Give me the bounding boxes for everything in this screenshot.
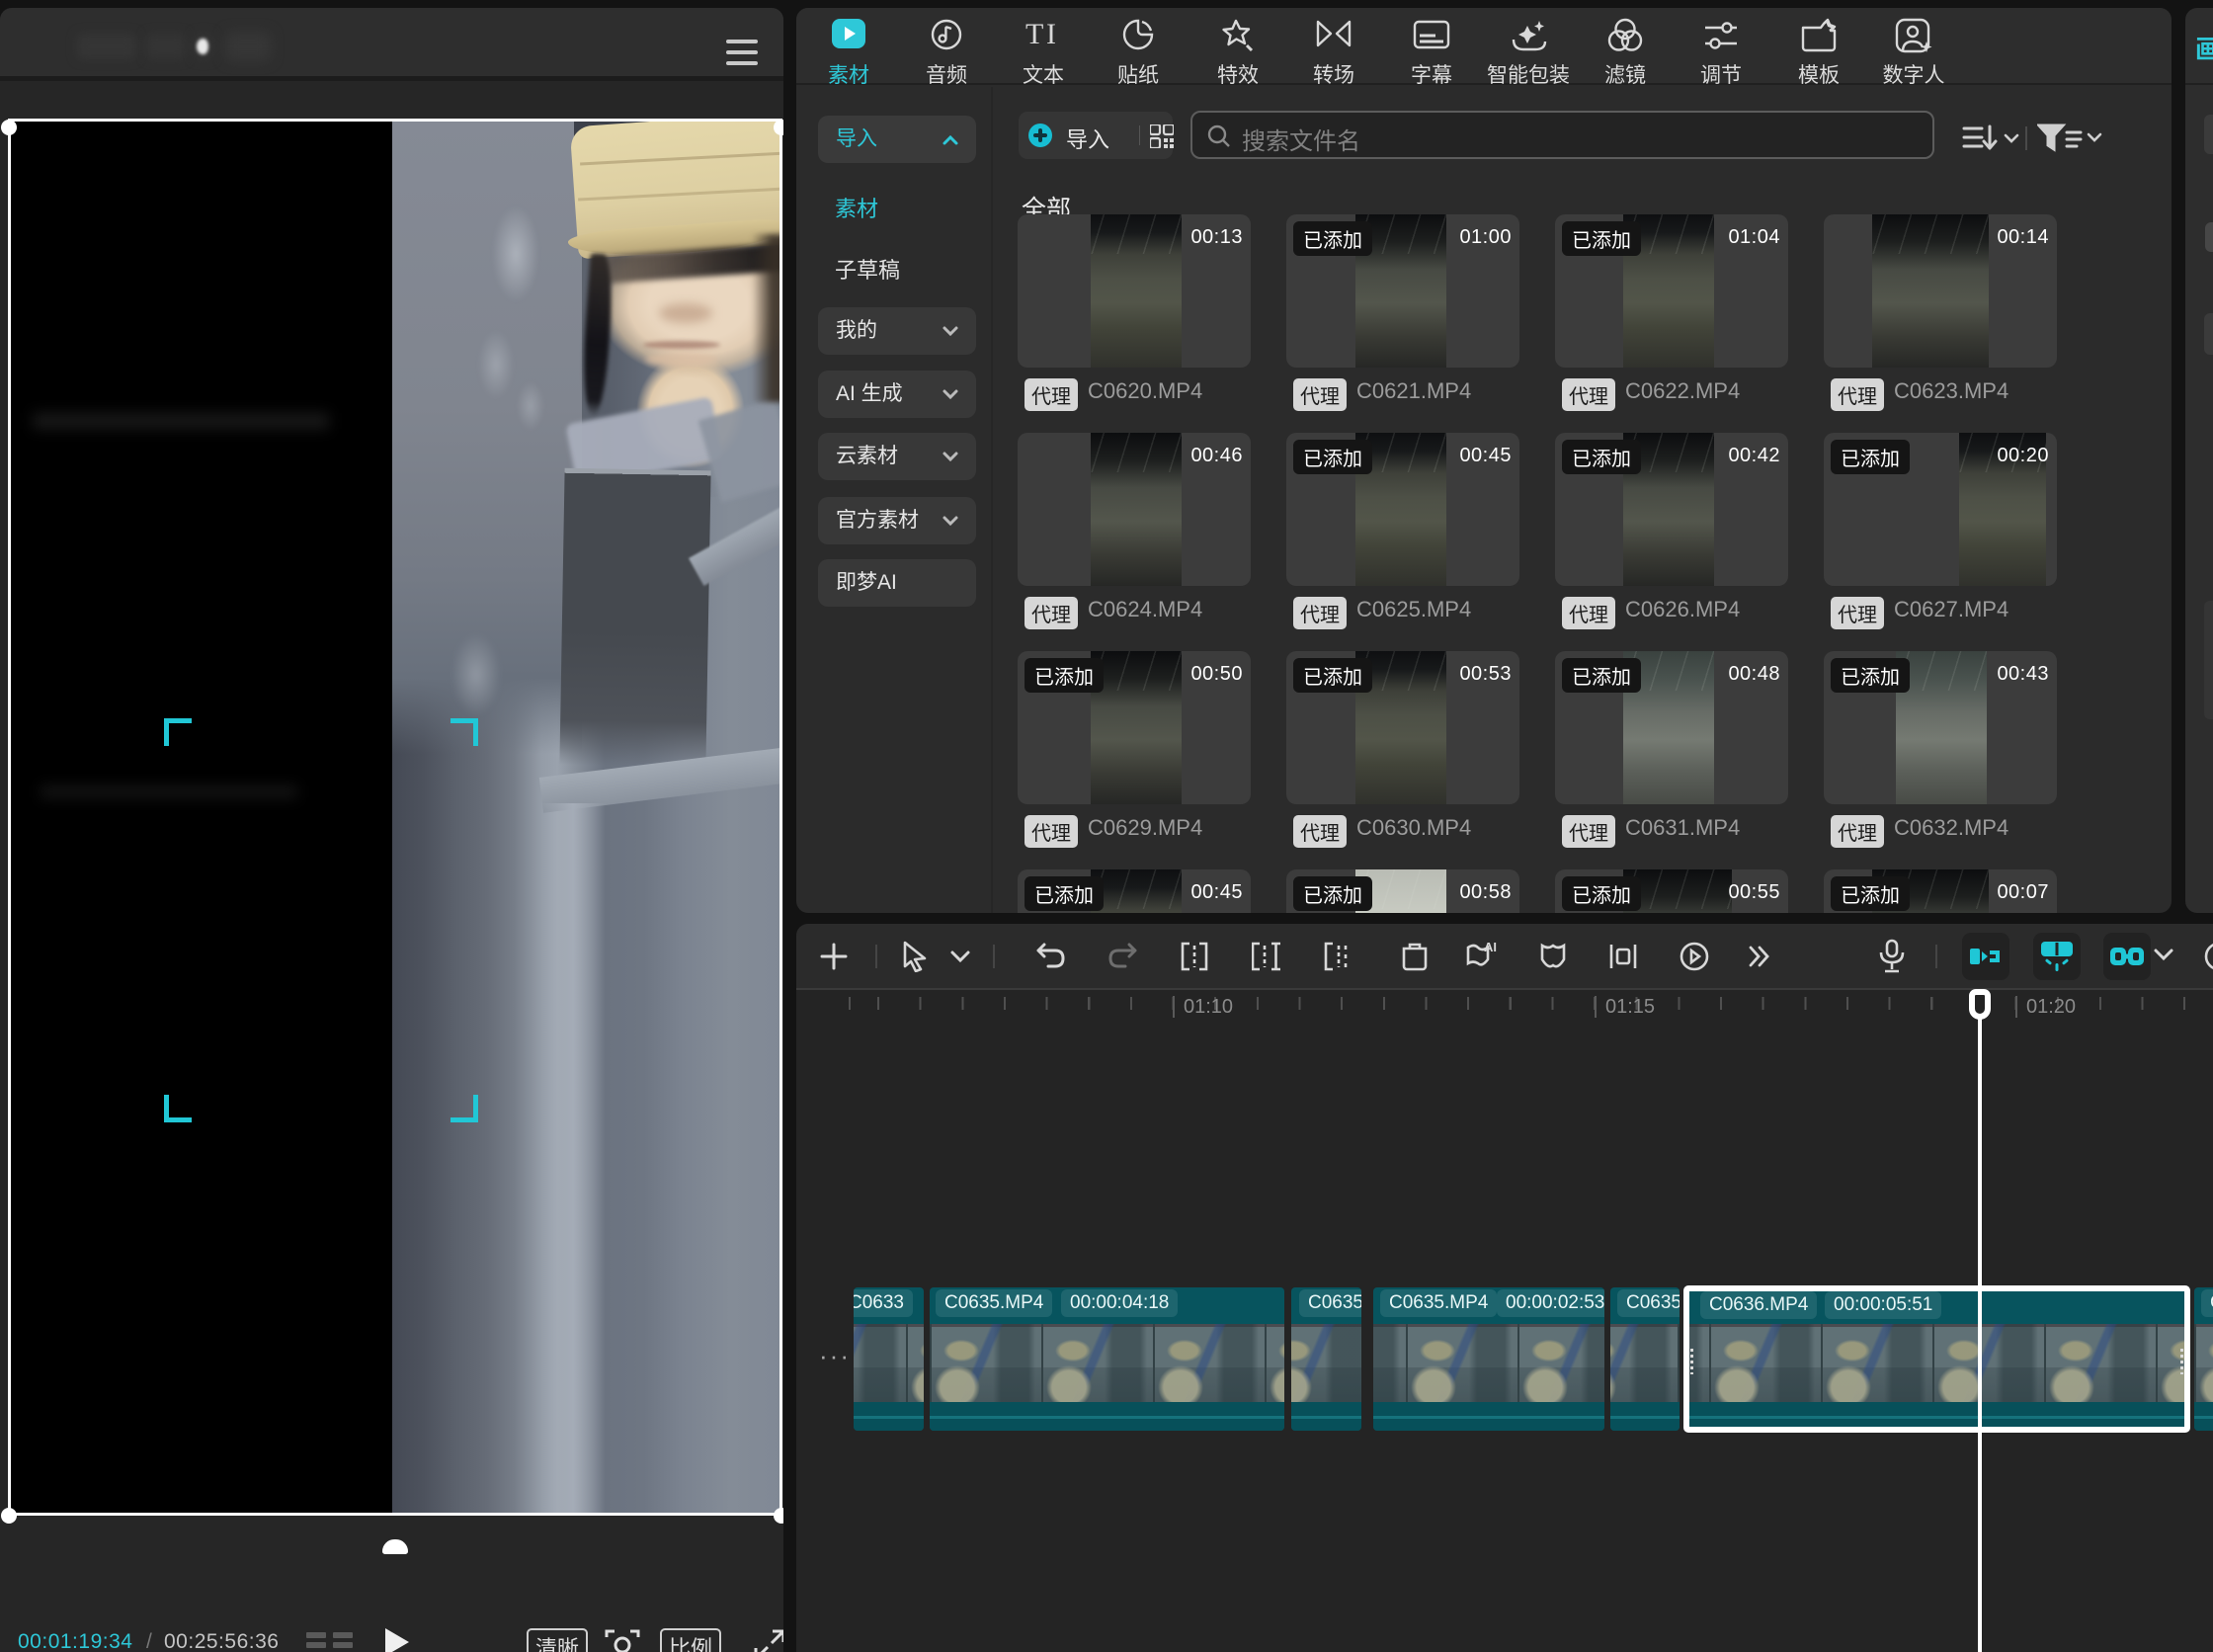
svg-text:AI: AI [1484,940,1497,954]
